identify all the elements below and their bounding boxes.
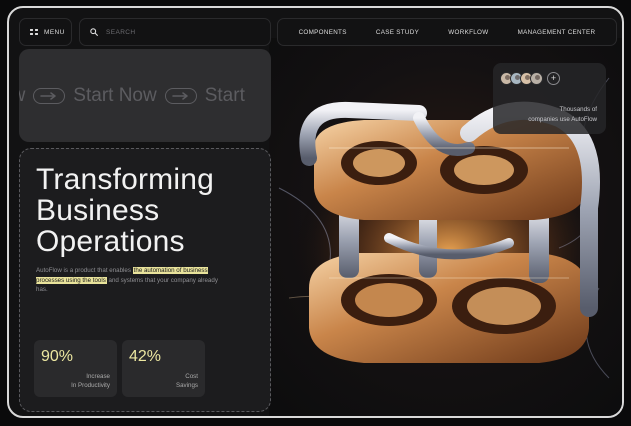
stat-label-line: Cost	[185, 373, 198, 381]
search-bar[interactable]: SEARCH	[79, 18, 271, 46]
start-now-label: Start Now	[73, 84, 157, 106]
stat-label: Cost Savings	[176, 373, 198, 390]
stat-label-line: In Productivity	[71, 381, 110, 389]
nav-link-workflow[interactable]: WORKFLOW	[448, 29, 488, 36]
avatar	[530, 72, 543, 85]
stat-label-line: Increase	[86, 373, 110, 381]
hero-title-line: Business	[36, 194, 160, 227]
arrow-right-icon	[164, 87, 197, 104]
marquee-fragment: ow	[19, 85, 25, 107]
stat-card-cost-savings: 42% Cost Savings	[122, 340, 205, 397]
menu-label: MENU	[44, 28, 65, 36]
marquee-fragment: Start	[204, 84, 245, 106]
start-now-marquee[interactable]: ow Start Now Start	[19, 49, 271, 142]
social-proof-card: + Thousands of companies use AutoFlow	[493, 63, 606, 134]
menu-grid-icon	[30, 28, 38, 36]
stat-label: Increase In Productivity	[71, 373, 110, 390]
hero-card: Transforming Business Operations AutoFlo…	[19, 148, 271, 412]
marquee-track: ow Start Now Start	[19, 85, 245, 107]
arrow-right-icon	[33, 87, 66, 104]
avatar-group: +	[500, 72, 560, 85]
stat-value: 90%	[41, 348, 74, 365]
hero-title: Transforming Business Operations	[36, 164, 266, 257]
nav-link-management-center[interactable]: MANAGEMENT CENTER	[518, 29, 596, 36]
desc-part: AutoFlow is a product that enables	[36, 267, 133, 274]
stat-card-productivity: 90% Increase In Productivity	[34, 340, 117, 397]
nav-link-case-study[interactable]: CASE STUDY	[376, 29, 419, 36]
hero-title-line: Transforming	[36, 163, 215, 196]
plus-icon[interactable]: +	[547, 72, 560, 85]
search-icon	[90, 28, 98, 36]
top-nav: COMPONENTS CASE STUDY WORKFLOW MANAGEMEN…	[277, 18, 617, 46]
stat-value: 42%	[129, 348, 162, 365]
social-proof-text: Thousands of companies use AutoFlow	[497, 105, 597, 124]
search-placeholder[interactable]: SEARCH	[106, 29, 136, 36]
hero-title-line: Operations	[36, 225, 185, 258]
app-frame: MENU SEARCH COMPONENTS CASE STUDY WORKFL…	[7, 6, 624, 418]
nav-link-components[interactable]: COMPONENTS	[299, 29, 347, 36]
proof-line: companies use AutoFlow	[528, 115, 597, 123]
proof-line: Thousands of	[559, 106, 598, 113]
menu-button[interactable]: MENU	[19, 18, 72, 46]
stat-label-line: Savings	[175, 381, 198, 389]
hero-description: AutoFlow is a product that enables the a…	[36, 266, 221, 295]
